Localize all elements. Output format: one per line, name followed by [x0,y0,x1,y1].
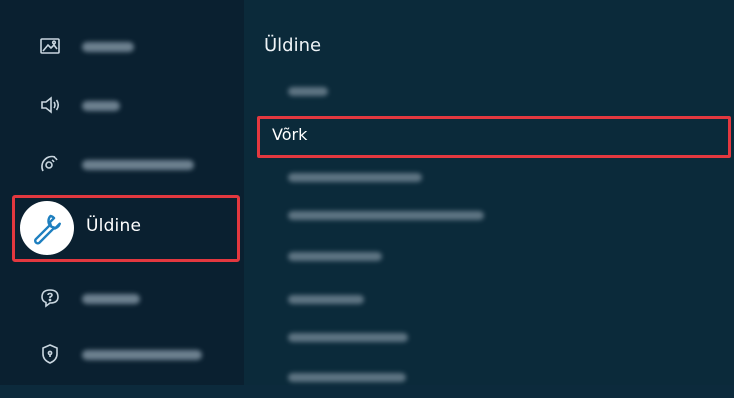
page-title: Üldine [264,35,322,56]
sidebar-item-privacy[interactable] [0,326,244,382]
sidebar-item-general-icon-bg [20,201,74,255]
sidebar-item-label-obscured [82,42,134,52]
menu-item-obscured[interactable] [244,318,734,358]
menu-item-obscured[interactable] [244,72,734,112]
menu-label-obscured [288,252,382,261]
sidebar-item-label-obscured [82,350,202,360]
privacy-shield-icon [38,342,62,366]
sidebar-item-picture[interactable] [0,18,244,74]
sidebar-item-label-obscured [82,160,194,170]
menu-item-obscured[interactable] [244,358,734,398]
menu-item-obscured[interactable] [244,158,734,198]
sidebar-item-label-obscured [82,294,140,304]
sidebar-item-sound[interactable] [0,77,244,133]
wrench-icon [30,211,64,245]
menu-label-obscured [288,87,328,96]
menu-item-obscured[interactable] [244,196,734,236]
sidebar-item-support[interactable] [0,270,244,326]
menu-label-obscured [288,211,484,220]
picture-icon [38,34,62,58]
broadcasting-icon [38,152,62,176]
menu-label-obscured [288,173,422,182]
support-icon [38,286,62,310]
menu-item-obscured[interactable] [244,280,734,320]
menu-item-network-label: Võrk [272,125,308,144]
sidebar-item-broadcasting[interactable] [0,136,244,192]
sound-icon [38,93,62,117]
menu-label-obscured [288,295,364,304]
settings-sidebar [0,0,244,385]
general-submenu-panel: Üldine [244,0,734,385]
menu-label-obscured [288,333,408,342]
sidebar-item-general-label: Üldine [86,216,142,236]
menu-item-obscured[interactable] [244,237,734,277]
menu-label-obscured [288,373,406,382]
menu-item-network-selected[interactable] [257,116,731,158]
sidebar-item-label-obscured [82,101,120,111]
